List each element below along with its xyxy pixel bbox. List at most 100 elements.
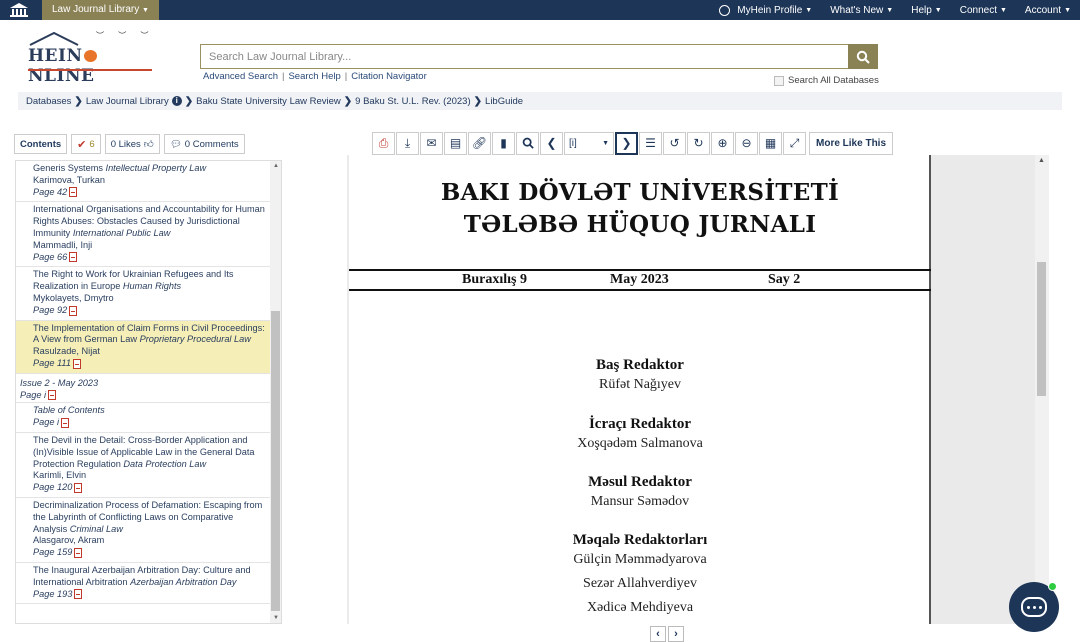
comments-button[interactable]: 💬︎ 0 Comments [163,134,245,154]
zoom-in-button[interactable]: ⊕ [711,131,734,155]
nav-help[interactable]: Help ▼ [902,5,951,16]
search-icon [856,50,870,64]
search-input[interactable] [200,44,848,69]
list-item[interactable]: International Organisations and Accounta… [16,202,271,268]
scroll-up-icon[interactable]: ▲ [1038,157,1045,164]
breadcrumb-journal[interactable]: Baku State University Law Review [196,96,341,107]
nav-whats-new[interactable]: What's New ▼ [821,5,902,16]
breadcrumb-libguide[interactable]: LibGuide [485,96,523,107]
contents-button[interactable]: Contents [14,134,68,154]
toc-item-page[interactable]: Page 42 [33,187,268,199]
toc-item-page[interactable]: Page i [33,417,268,429]
text-button[interactable]: ▤ [444,131,467,155]
library-home-icon[interactable] [0,0,38,20]
pdf-icon: ⎙ [378,135,389,150]
next-page-button[interactable]: ❯ [615,131,638,155]
pdf-icon[interactable] [69,305,78,316]
search-all-checkbox[interactable] [774,75,784,86]
toc-item-author: Karimova, Turkan [33,174,105,185]
list-item[interactable]: The Right to Work for Ukrainian Refugees… [16,267,271,321]
page-select[interactable]: [i] ▼ [564,131,614,155]
nav-myhein-profile[interactable]: MyHein Profile ▼ [710,4,821,16]
pager-prev-button[interactable]: ‹ [650,626,666,642]
pdf-icon[interactable] [72,358,81,369]
toc-item-title[interactable]: Table of Contents [33,405,105,415]
search-button[interactable] [848,44,878,69]
list-item[interactable]: Decriminalization Process of Defamation:… [16,498,271,563]
pdf-icon[interactable] [69,187,78,198]
toc-scroll-thumb[interactable] [271,311,280,611]
library-tab[interactable]: Law Journal Library ▼ [42,0,159,20]
logo-text-left: HEIN [28,46,83,66]
download-button[interactable]: ⤓ [396,131,419,155]
search-links: Advanced Search | Search Help | Citation N… [203,71,427,82]
pdf-button[interactable]: ⎙ [372,131,395,155]
pdf-icon[interactable] [74,589,83,600]
bookmark-button[interactable]: ▮ [492,131,515,155]
chat-button[interactable] [1009,582,1059,632]
scroll-up-icon[interactable]: ▲ [273,163,279,169]
citation-navigator-link[interactable]: Citation Navigator [351,71,427,82]
logo-underline [28,69,152,71]
toc-item-category: Data Protection Law [123,458,207,469]
rotate-left-button[interactable]: ↺ [663,131,686,155]
pdf-icon[interactable] [61,418,70,429]
breadcrumb-law-journal-library[interactable]: Law Journal Library [86,96,169,107]
toc-item-page[interactable]: Page 159 [33,547,268,559]
prev-page-button[interactable]: ❮ [540,131,563,155]
email-button[interactable]: ✉ [420,131,443,155]
chevron-down-icon: ▼ [886,6,894,14]
breadcrumb-databases[interactable]: Databases [26,96,71,107]
list-item[interactable]: The Inaugural Azerbaijan Arbitration Day… [16,563,271,605]
issue-page[interactable]: Page i [20,390,268,402]
doc-person: Sezər Allahverdiyev [583,576,697,591]
text-page-icon: ▤ [449,136,462,150]
list-item[interactable]: Generis Systems Intellectual Property La… [16,161,271,203]
pager-next-button[interactable]: › [668,626,684,642]
toc-item-page[interactable]: Page 92 [33,305,268,317]
toc-item-category: Proprietary Procedural Law [139,334,251,345]
pdf-icon[interactable] [74,483,83,494]
heinonline-logo[interactable]: ︶ ︶ ︶ HEINNLINE [24,30,159,86]
breadcrumb-volume[interactable]: 9 Baku St. U.L. Rev. (2023) [355,96,470,107]
likes-button[interactable]: 0 Likes 👍︎ [104,134,160,154]
nav-account[interactable]: Account ▼ [1016,5,1080,16]
menu-button[interactable]: ☰ [639,131,662,155]
info-icon[interactable]: i [171,96,182,106]
list-item[interactable]: The Implementation of Claim Forms in Civ… [16,320,271,374]
search-help-link[interactable]: Search Help [288,71,340,82]
chevron-right-icon: ❯ [621,136,632,150]
rotate-left-icon: ↺ [669,136,680,150]
search-all-databases[interactable]: Search All Databases [774,75,879,86]
zoom-out-button[interactable]: ⊖ [735,131,758,155]
viewer-scrollbar[interactable]: ▲ [1035,155,1049,624]
link-button[interactable]: 🔗︎ [468,131,491,155]
toc-item-title[interactable]: Generis Systems [33,163,103,173]
advanced-search-link[interactable]: Advanced Search [203,71,278,82]
rotate-right-button[interactable]: ↻ [687,131,710,155]
grid-view-button[interactable]: ▦ [759,131,782,155]
doc-rule-top [349,269,931,271]
pdf-icon[interactable] [69,252,78,263]
pdf-icon[interactable] [74,548,83,558]
toc-item-page[interactable]: Page 120 [33,482,268,494]
toc-scrollbar[interactable]: ▲ ▼ [270,161,281,623]
saved-count-button[interactable]: ✔ 6 [71,134,101,154]
viewer-scroll-thumb[interactable] [1037,262,1046,396]
search-in-doc-button[interactable] [516,131,539,155]
toc-item-page[interactable]: Page 193 [33,589,268,601]
nav-connect[interactable]: Connect ▼ [951,5,1016,16]
fullscreen-button[interactable]: ⤢ [783,131,806,155]
toc-item-page[interactable]: Page 66 [33,252,268,264]
toc-item-page[interactable]: Page 111 [33,358,268,370]
issue-heading[interactable]: Issue 2 - May 2023 Page i [16,374,271,404]
list-item[interactable]: Table of Contents Page i [16,403,271,433]
more-like-this-button[interactable]: More Like This [809,131,894,155]
comments-label: 0 Comments [184,138,239,150]
pdf-icon[interactable] [48,390,57,401]
list-item[interactable]: The Devil in the Detail: Cross-Border Ap… [16,433,271,498]
toc-item-title[interactable]: Decriminalization Process of Defamation:… [33,500,262,534]
top-nav: Law Journal Library ▼ MyHein Profile ▼ Wh… [0,0,1080,20]
scroll-down-icon[interactable]: ▼ [273,615,279,621]
pumpkin-icon [83,50,97,62]
